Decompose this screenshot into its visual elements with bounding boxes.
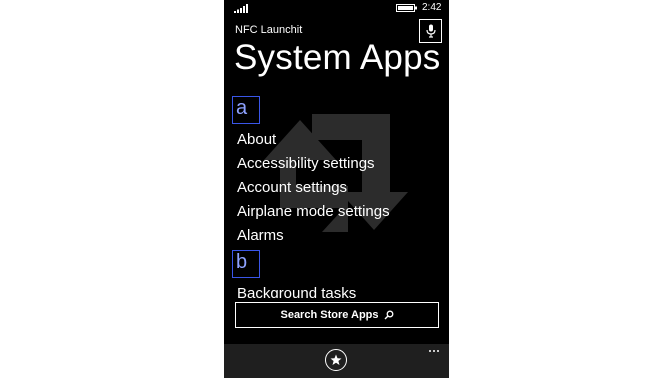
group-header-a[interactable]: a [232, 96, 260, 124]
signal-bars-icon [234, 4, 248, 13]
pivot-current-title[interactable]: System Apps [234, 38, 440, 77]
status-time: 2:42 [422, 2, 442, 13]
microphone-icon [425, 24, 436, 38]
pivot-header[interactable]: System AppsP [234, 38, 449, 78]
list-item[interactable]: Airplane mode settings [237, 203, 390, 220]
search-store-apps-button[interactable]: Search Store Apps [235, 302, 439, 328]
star-icon [330, 354, 342, 365]
more-dots-icon[interactable] [426, 346, 442, 356]
search-store-apps-label: Search Store Apps [280, 309, 379, 321]
list-item[interactable]: Account settings [237, 179, 347, 196]
status-bar: 2:42 [224, 0, 449, 16]
list-item[interactable]: Alarms [237, 227, 284, 244]
group-header-b[interactable]: b [232, 250, 260, 278]
app-bar [224, 344, 449, 378]
favorites-button[interactable] [325, 349, 347, 371]
list-scroll-clip: Background tasks [224, 285, 449, 298]
list-item[interactable]: Background tasks [237, 285, 356, 298]
search-icon [384, 310, 393, 320]
battery-icon [396, 4, 417, 12]
list-item[interactable]: Accessibility settings [237, 155, 375, 172]
list-item[interactable]: About [237, 131, 276, 148]
phone-screen: 2:42 NFC Launchit System AppsP a About A… [224, 0, 449, 378]
app-title: NFC Launchit [235, 24, 303, 36]
